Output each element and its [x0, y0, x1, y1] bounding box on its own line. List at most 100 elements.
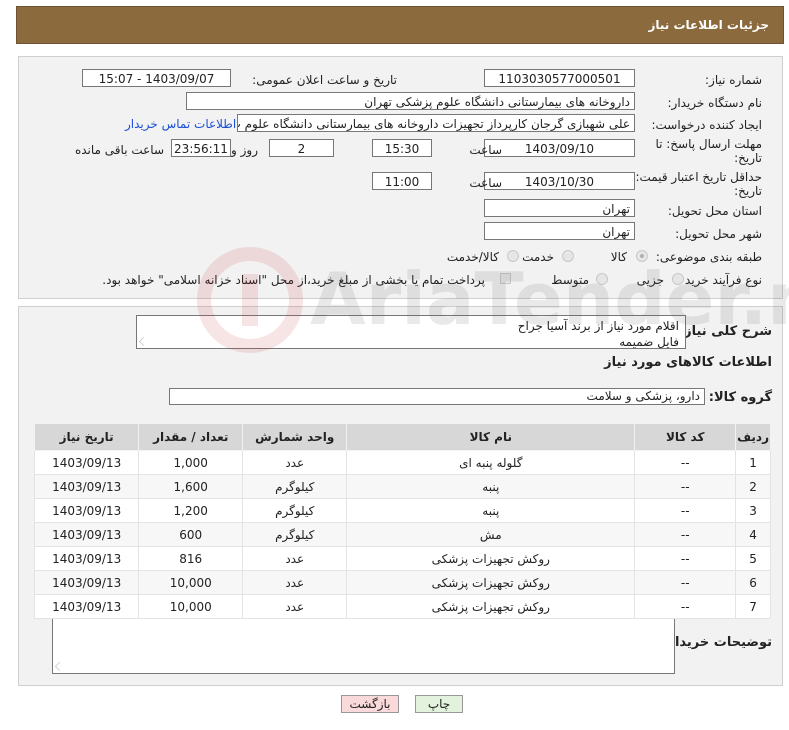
cell-item-code: -- — [634, 474, 737, 499]
cell-unit: عدد — [242, 450, 348, 475]
cell-item-code: -- — [634, 450, 737, 475]
days-field: 2 — [269, 139, 334, 157]
cell-quantity: 10,000 — [138, 594, 244, 619]
province-label: استان محل تحویل: — [667, 204, 762, 218]
summary-textarea[interactable]: اقلام مورد نیاز از برند آسیا جراح فایل ض… — [136, 315, 686, 349]
buyer-org-field: داروخانه های بیمارستانی دانشگاه علوم پزش… — [186, 92, 635, 110]
table-row: 6 -- روکش تجهیزات پزشکی عدد 10,000 1403/… — [33, 570, 771, 595]
need-number-label: شماره نیاز: — [705, 73, 762, 87]
buyer-contact-link[interactable]: اطلاعات تماس خریدار — [125, 117, 236, 131]
cell-row-number: 6 — [735, 570, 771, 595]
cell-item-code: -- — [634, 594, 737, 619]
creator-field: علی شهبازی گرجان کارپرداز تجهیزات داروخا… — [237, 114, 635, 132]
cell-quantity: 816 — [138, 546, 244, 571]
items-table: ردیف کد کالا نام کالا واحد شمارش تعداد /… — [33, 423, 771, 619]
table-row: 3 -- پنبه کیلوگرم 1,200 1403/09/13 — [33, 498, 771, 523]
col-row-number: ردیف — [735, 423, 771, 451]
col-item-code: کد کالا — [634, 423, 737, 451]
cell-quantity: 600 — [138, 522, 244, 547]
cell-item-name: مش — [346, 522, 636, 547]
city-label: شهر محل تحویل: — [675, 227, 762, 241]
cell-item-code: -- — [634, 570, 737, 595]
need-number-field: 1103030577000501 — [484, 69, 635, 87]
cell-need-date: 1403/09/13 — [33, 522, 140, 547]
col-quantity: تعداد / مقدار — [138, 423, 244, 451]
cell-row-number: 7 — [735, 594, 771, 619]
cell-item-code: -- — [634, 498, 737, 523]
cell-item-name: روکش تجهیزات پزشکی — [346, 546, 636, 571]
info-panel: شماره نیاز: 1103030577000501 تاریخ و ساع… — [18, 56, 783, 299]
process-radio-minor[interactable] — [672, 273, 684, 285]
cell-unit: کیلوگرم — [242, 522, 348, 547]
cell-item-name: روکش تجهیزات پزشکی — [346, 570, 636, 595]
col-need-date: تاریخ نیاز — [33, 423, 140, 451]
cell-unit: عدد — [242, 570, 348, 595]
cell-quantity: 1,200 — [138, 498, 244, 523]
resize-grip-icon[interactable] — [55, 662, 64, 671]
deadline-label-2: تاریخ: — [734, 151, 762, 165]
print-button[interactable]: چاپ — [415, 695, 463, 713]
category-option-goods-service: کالا/خدمت — [446, 250, 499, 264]
group-field: دارو، پزشکی و سلامت — [169, 388, 705, 405]
summary-label: شرح کلی نیاز: — [678, 324, 772, 339]
process-option-medium: متوسط — [551, 273, 589, 287]
cell-item-name: گلوله پنبه ای — [346, 450, 636, 475]
category-option-goods: کالا — [610, 250, 627, 264]
table-row: 7 -- روکش تجهیزات پزشکی عدد 10,000 1403/… — [33, 594, 771, 619]
cell-row-number: 1 — [735, 450, 771, 475]
days-label: روز و — [231, 143, 258, 157]
deadline-date-field: 1403/09/10 — [484, 139, 635, 157]
page-title: جزئیات اطلاعات نیاز — [648, 18, 769, 32]
announce-field: 1403/09/07 - 15:07 — [82, 69, 231, 87]
category-radio-service[interactable] — [562, 250, 574, 262]
treasury-payment-note: پرداخت تمام یا بخشی از مبلغ خرید،از محل … — [102, 273, 485, 287]
col-unit: واحد شمارش — [242, 423, 348, 451]
summary-line-2: فایل ضمیمه — [619, 335, 679, 349]
category-radio-goods[interactable] — [636, 250, 648, 262]
cell-need-date: 1403/09/13 — [33, 570, 140, 595]
validity-label: حداقل تاریخ اعتبار قیمت: تا — [624, 170, 762, 184]
category-radio-goods-service[interactable] — [507, 250, 519, 262]
category-option-service: خدمت — [522, 250, 554, 264]
cell-need-date: 1403/09/13 — [33, 498, 140, 523]
items-section-title: اطلاعات کالاهای مورد نیاز — [604, 355, 772, 370]
deadline-time-field: 15:30 — [372, 139, 432, 157]
summary-line-1: اقلام مورد نیاز از برند آسیا جراح — [517, 319, 679, 333]
cell-item-name: پنبه — [346, 498, 636, 523]
category-label: طبقه بندی موضوعی: — [655, 250, 762, 264]
creator-label: ایجاد کننده درخواست: — [651, 118, 762, 132]
buyer-org-label: نام دستگاه خریدار: — [667, 96, 763, 110]
table-row: 1 -- گلوله پنبه ای عدد 1,000 1403/09/13 — [33, 450, 771, 475]
back-button[interactable]: بازگشت — [341, 695, 399, 713]
province-field: تهران — [484, 199, 635, 217]
treasury-payment-checkbox[interactable] — [500, 273, 511, 284]
cell-unit: عدد — [242, 546, 348, 571]
cell-quantity: 1,600 — [138, 474, 244, 499]
cell-need-date: 1403/09/13 — [33, 450, 140, 475]
deadline-label: مهلت ارسال پاسخ: تا — [655, 137, 762, 151]
validity-time-field: 11:00 — [372, 172, 432, 190]
process-radio-medium[interactable] — [596, 273, 608, 285]
deadline-time-label: ساعت — [469, 143, 502, 157]
col-item-name: نام کالا — [346, 423, 636, 451]
city-field: تهران — [484, 222, 635, 240]
buyer-notes-textarea[interactable] — [52, 612, 675, 674]
cell-quantity: 1,000 — [138, 450, 244, 475]
process-label: نوع فرآیند خرید : — [677, 273, 762, 287]
cell-unit: کیلوگرم — [242, 498, 348, 523]
page-header: جزئیات اطلاعات نیاز — [16, 6, 784, 44]
buyer-notes-label: توضیحات خریدار: — [662, 635, 772, 650]
group-label: گروه کالا: — [708, 390, 772, 405]
remaining-time-field: 23:56:11 — [171, 139, 231, 157]
cell-need-date: 1403/09/13 — [33, 546, 140, 571]
validity-time-label: ساعت — [469, 176, 502, 190]
process-option-minor: جزیی — [636, 273, 664, 287]
cell-row-number: 4 — [735, 522, 771, 547]
table-row: 4 -- مش کیلوگرم 600 1403/09/13 — [33, 522, 771, 547]
cell-item-name: پنبه — [346, 474, 636, 499]
validity-date-field: 1403/10/30 — [484, 172, 635, 190]
cell-unit: عدد — [242, 594, 348, 619]
cell-item-code: -- — [634, 522, 737, 547]
cell-row-number: 3 — [735, 498, 771, 523]
cell-need-date: 1403/09/13 — [33, 594, 140, 619]
